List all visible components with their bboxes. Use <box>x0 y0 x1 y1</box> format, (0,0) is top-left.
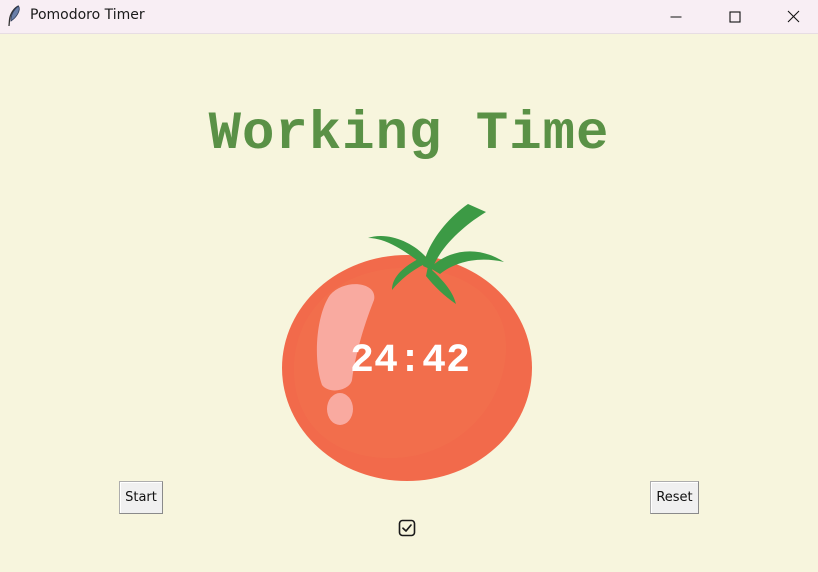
check-icon <box>398 519 416 537</box>
maximize-button[interactable] <box>706 0 764 33</box>
close-button[interactable] <box>764 0 818 33</box>
timer-display: 24:42 <box>349 339 471 384</box>
maximize-icon <box>729 10 741 23</box>
start-button[interactable]: Start <box>119 481 163 514</box>
minimize-button[interactable] <box>647 0 705 33</box>
reset-button[interactable]: Reset <box>650 481 699 514</box>
window-title: Pomodoro Timer <box>30 7 145 23</box>
close-icon <box>787 10 799 23</box>
feather-icon <box>8 5 20 27</box>
title-bar: Pomodoro Timer <box>0 0 818 34</box>
minimize-icon <box>670 16 682 17</box>
app-window: Pomodoro Timer Working Time 24:42 Start … <box>0 0 818 572</box>
status-heading: Working Time <box>208 104 610 165</box>
